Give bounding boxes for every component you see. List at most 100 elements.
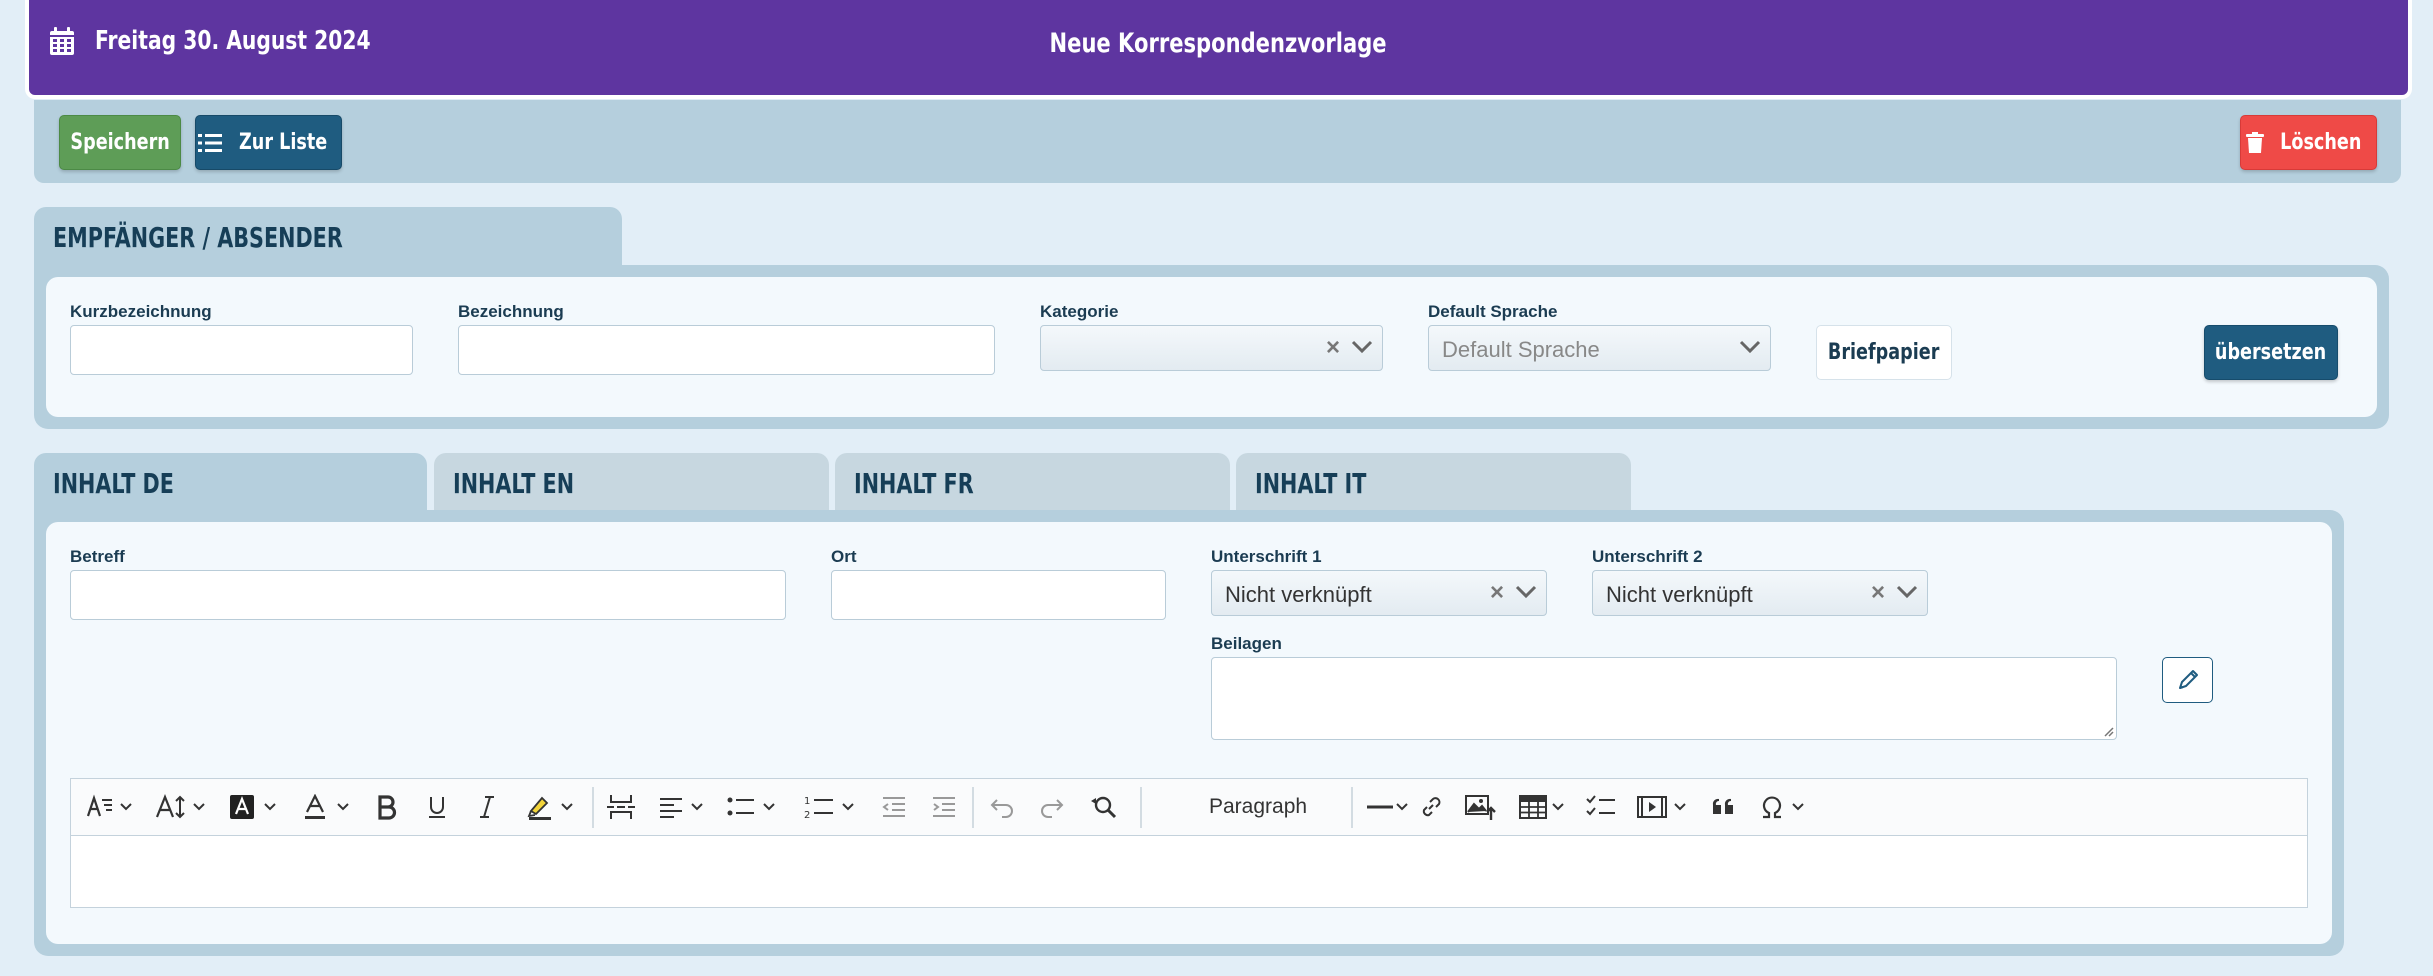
- page-title: Neue Korrespondenzvorlage: [1049, 28, 1388, 59]
- edit-beilagen-button[interactable]: [2162, 657, 2213, 703]
- ort-label: Ort: [831, 547, 857, 566]
- redo-button[interactable]: [1039, 792, 1065, 822]
- to-list-button[interactable]: Zur Liste: [195, 115, 342, 170]
- trash-icon: [2245, 131, 2264, 153]
- find-replace-button[interactable]: [1089, 792, 1117, 822]
- clear-icon[interactable]: ×: [1490, 579, 1504, 607]
- default-sprache-label: Default Sprache: [1428, 302, 1558, 321]
- clear-icon[interactable]: ×: [1326, 334, 1340, 362]
- chevron-down-icon: [1351, 340, 1373, 354]
- chevron-down-icon: [691, 803, 703, 811]
- chevron-down-icon: [561, 803, 573, 811]
- betreff-input[interactable]: [70, 570, 786, 620]
- outdent-button[interactable]: [881, 792, 907, 822]
- align-dropdown[interactable]: [658, 792, 704, 822]
- italic-button[interactable]: [476, 792, 498, 822]
- beilagen-textarea[interactable]: [1211, 657, 2117, 740]
- unterschrift2-label: Unterschrift 2: [1592, 547, 1703, 566]
- media-embed-icon: [1637, 796, 1667, 818]
- special-characters-dropdown[interactable]: [1759, 792, 1805, 822]
- undo-button[interactable]: [989, 792, 1015, 822]
- todo-list-icon: [1586, 795, 1615, 816]
- default-sprache-select[interactable]: Default Sprache: [1428, 325, 1771, 371]
- chevron-down-icon: [1896, 585, 1918, 599]
- tab-empfaenger-absender[interactable]: EMPFÄNGER / ABSENDER: [34, 207, 622, 267]
- action-toolbar: Speichern Zur Liste Löschen: [34, 100, 2401, 183]
- kategorie-select[interactable]: ×: [1040, 325, 1383, 371]
- highlight-dropdown[interactable]: [526, 792, 574, 822]
- indent-button[interactable]: [931, 792, 957, 822]
- page-break-icon: [607, 795, 635, 819]
- italic-icon: [480, 796, 494, 818]
- special-characters-icon: [1762, 796, 1782, 819]
- numbered-list-icon: 12: [804, 796, 833, 820]
- media-embed-dropdown[interactable]: [1637, 792, 1687, 822]
- redo-icon: [1041, 799, 1064, 818]
- font-background-color-icon: [230, 795, 254, 819]
- kurzbezeichnung-label: Kurzbezeichnung: [70, 302, 212, 321]
- beilagen-label: Beilagen: [1211, 634, 1282, 653]
- chevron-down-icon: [193, 803, 205, 811]
- undo-icon: [990, 799, 1013, 818]
- table-dropdown[interactable]: [1519, 792, 1565, 822]
- tab-inhalt-en[interactable]: INHALT EN: [434, 453, 829, 513]
- outdent-icon: [882, 797, 905, 817]
- horizontal-line-icon: [1367, 805, 1393, 809]
- chevron-down-icon: [1739, 340, 1761, 354]
- font-size-icon: [155, 794, 185, 819]
- font-color-icon: [305, 794, 325, 819]
- chevron-down-icon: [1674, 803, 1686, 811]
- rich-text-editor: 12 Paragraph: [70, 778, 2308, 908]
- clear-icon[interactable]: ×: [1871, 579, 1885, 607]
- kurzbezeichnung-input[interactable]: [70, 325, 413, 375]
- unterschrift1-select[interactable]: Nicht verknüpft ×: [1211, 570, 1547, 616]
- kategorie-label: Kategorie: [1040, 302, 1119, 321]
- bezeichnung-input[interactable]: [458, 325, 995, 375]
- tab-inhalt-it[interactable]: INHALT IT: [1236, 453, 1631, 513]
- pen-icon: [2178, 670, 2198, 689]
- image-upload-button[interactable]: [1465, 792, 1497, 822]
- chevron-down-icon: [842, 803, 854, 811]
- bold-button[interactable]: [376, 792, 398, 822]
- chevron-down-icon: [337, 803, 349, 811]
- link-button[interactable]: [1418, 792, 1444, 822]
- editor-toolbar: 12 Paragraph: [71, 779, 2307, 836]
- blockquote-icon: [1712, 798, 1733, 814]
- underline-icon: [429, 797, 445, 818]
- bulleted-list-dropdown[interactable]: [727, 792, 776, 822]
- ort-input[interactable]: [831, 570, 1166, 620]
- font-size-dropdown[interactable]: [155, 792, 206, 822]
- todo-list-button[interactable]: [1586, 792, 1616, 822]
- svg-text:2: 2: [804, 810, 810, 820]
- chevron-down-icon: [120, 803, 132, 811]
- chevron-down-icon: [1792, 803, 1804, 811]
- font-color-dropdown[interactable]: [302, 792, 350, 822]
- tab-inhalt-fr[interactable]: INHALT FR: [835, 453, 1230, 513]
- briefpapier-button[interactable]: Briefpapier: [1816, 325, 1952, 380]
- highlight-icon: [527, 796, 551, 820]
- unterschrift2-select[interactable]: Nicht verknüpft ×: [1592, 570, 1928, 616]
- font-background-color-dropdown[interactable]: [229, 792, 277, 822]
- save-button[interactable]: Speichern: [59, 115, 181, 170]
- toolbar-separator: [1351, 787, 1353, 828]
- toolbar-separator: [972, 787, 974, 828]
- editor-content-area[interactable]: [71, 836, 2307, 907]
- page-break-button[interactable]: [606, 792, 636, 822]
- blockquote-button[interactable]: [1711, 792, 1737, 822]
- chevron-down-icon: [264, 803, 276, 811]
- indent-icon: [933, 797, 955, 817]
- translate-button[interactable]: übersetzen: [2204, 325, 2338, 380]
- chevron-down-icon: [1515, 585, 1537, 599]
- top-header: Freitag 30. August 2024 Neue Korresponde…: [29, 0, 2408, 95]
- tab-inhalt-de[interactable]: INHALT DE: [34, 453, 427, 513]
- delete-button[interactable]: Löschen: [2240, 115, 2377, 170]
- chevron-down-icon: [1552, 803, 1564, 811]
- toolbar-separator: [1140, 787, 1142, 828]
- underline-button[interactable]: [426, 792, 448, 822]
- toolbar-separator: [592, 787, 594, 828]
- heading-dropdown[interactable]: [86, 792, 133, 822]
- numbered-list-dropdown[interactable]: 12: [804, 792, 855, 822]
- table-icon: [1519, 795, 1547, 819]
- horizontal-line-button[interactable]: [1366, 792, 1394, 822]
- resize-handle-icon[interactable]: [2102, 725, 2114, 737]
